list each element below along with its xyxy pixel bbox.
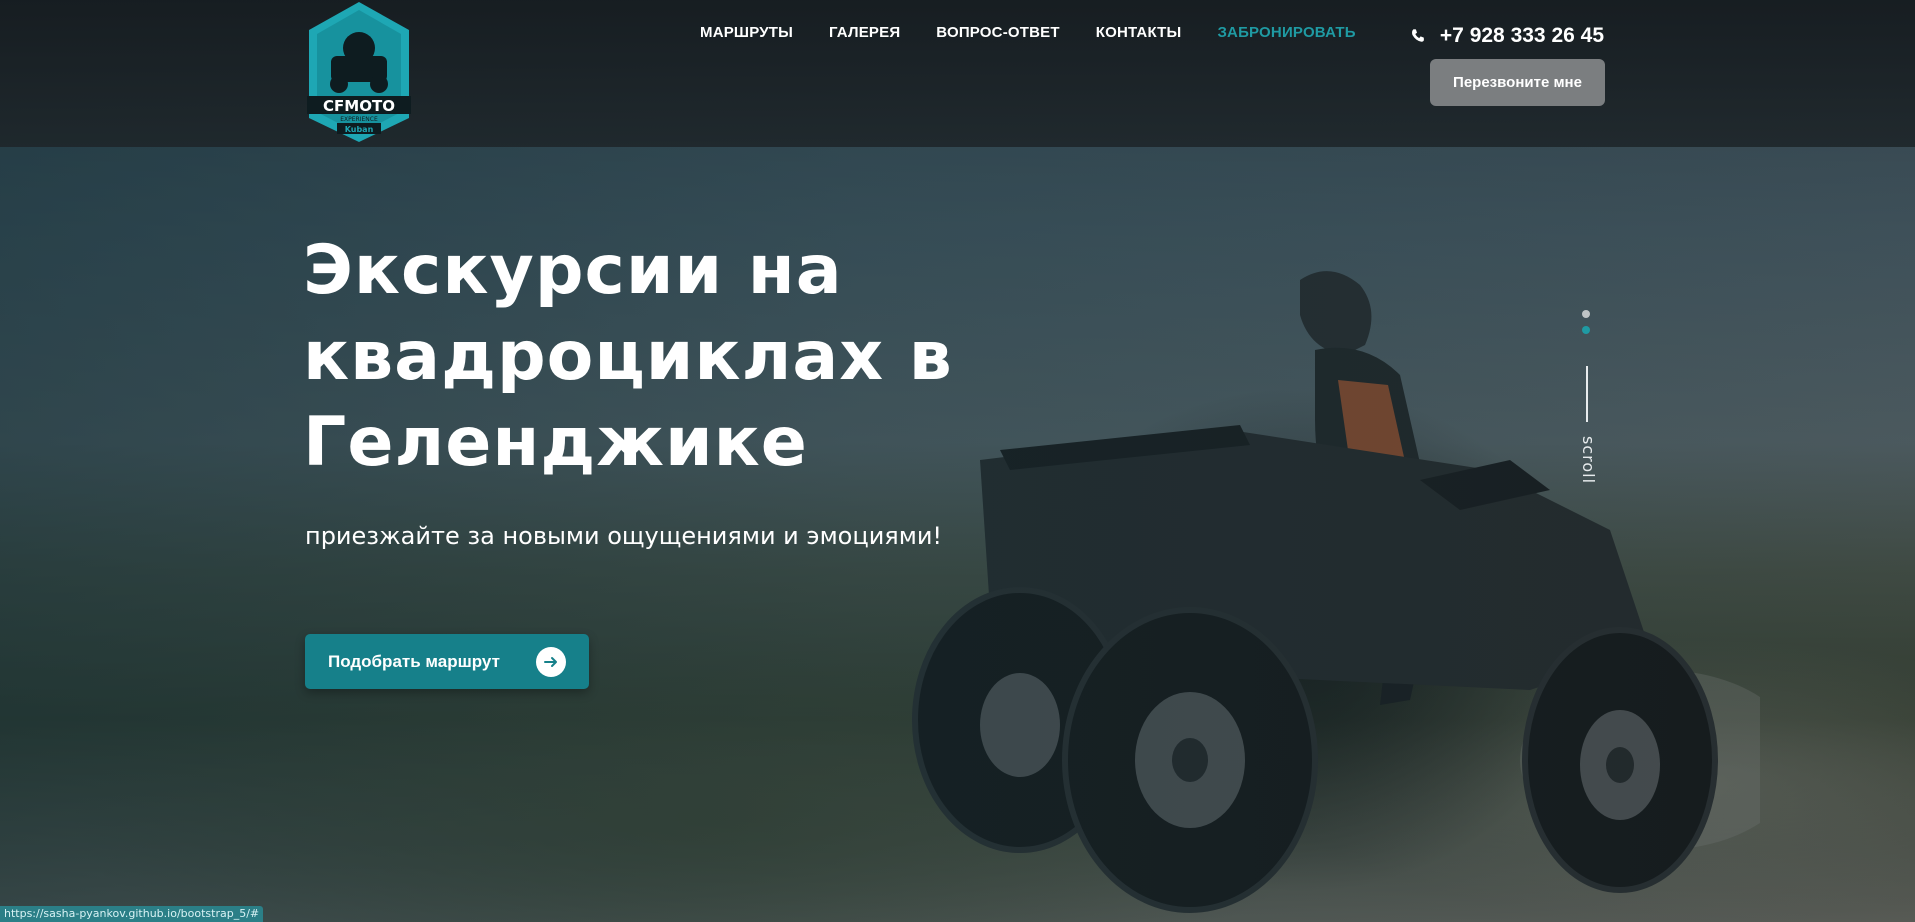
nav-item-routes[interactable]: МАРШРУТЫ bbox=[700, 24, 793, 41]
callback-button[interactable]: Перезвоните мне bbox=[1430, 59, 1605, 106]
status-bar-url: https://sasha-pyankov.github.io/bootstra… bbox=[0, 906, 264, 922]
arrow-right-icon bbox=[536, 647, 566, 677]
choose-route-button[interactable]: Подобрать маршрут bbox=[305, 634, 589, 689]
slider-dot-1[interactable] bbox=[1582, 310, 1590, 318]
slider-dots bbox=[1582, 310, 1590, 334]
phone-number[interactable]: +7 928 333 26 45 bbox=[1440, 24, 1604, 48]
scroll-line bbox=[1586, 366, 1588, 422]
nav-item-book[interactable]: ЗАБРОНИРОВАТЬ bbox=[1217, 24, 1355, 41]
scroll-indicator[interactable]: scroll bbox=[1579, 436, 1598, 484]
phone-icon bbox=[1411, 29, 1424, 42]
hero-title: Экскурсии на квадроциклах в Геленджике bbox=[303, 231, 953, 482]
slider-dot-2[interactable] bbox=[1582, 326, 1590, 334]
svg-text:Kuban: Kuban bbox=[345, 125, 374, 134]
nav-item-contacts[interactable]: КОНТАКТЫ bbox=[1096, 24, 1182, 41]
svg-text:EXPERIENCE: EXPERIENCE bbox=[340, 116, 378, 123]
svg-text:CFMOTO: CFMOTO bbox=[323, 97, 395, 115]
choose-route-label: Подобрать маршрут bbox=[328, 651, 500, 671]
phone-contact[interactable]: +7 928 333 26 45 bbox=[1410, 24, 1604, 48]
main-nav: МАРШРУТЫ ГАЛЕРЕЯ ВОПРОС-ОТВЕТ КОНТАКТЫ З… bbox=[700, 24, 1356, 41]
hero-subtitle: приезжайте за новыми ощущениями и эмоция… bbox=[305, 522, 943, 550]
nav-item-gallery[interactable]: ГАЛЕРЕЯ bbox=[829, 24, 900, 41]
site-header: CFMOTO EXPERIENCE Kuban МАРШРУТЫ ГАЛЕРЕЯ… bbox=[0, 0, 1915, 147]
nav-item-faq[interactable]: ВОПРОС-ОТВЕТ bbox=[936, 24, 1059, 41]
cfmoto-logo[interactable]: CFMOTO EXPERIENCE Kuban bbox=[303, 0, 415, 143]
